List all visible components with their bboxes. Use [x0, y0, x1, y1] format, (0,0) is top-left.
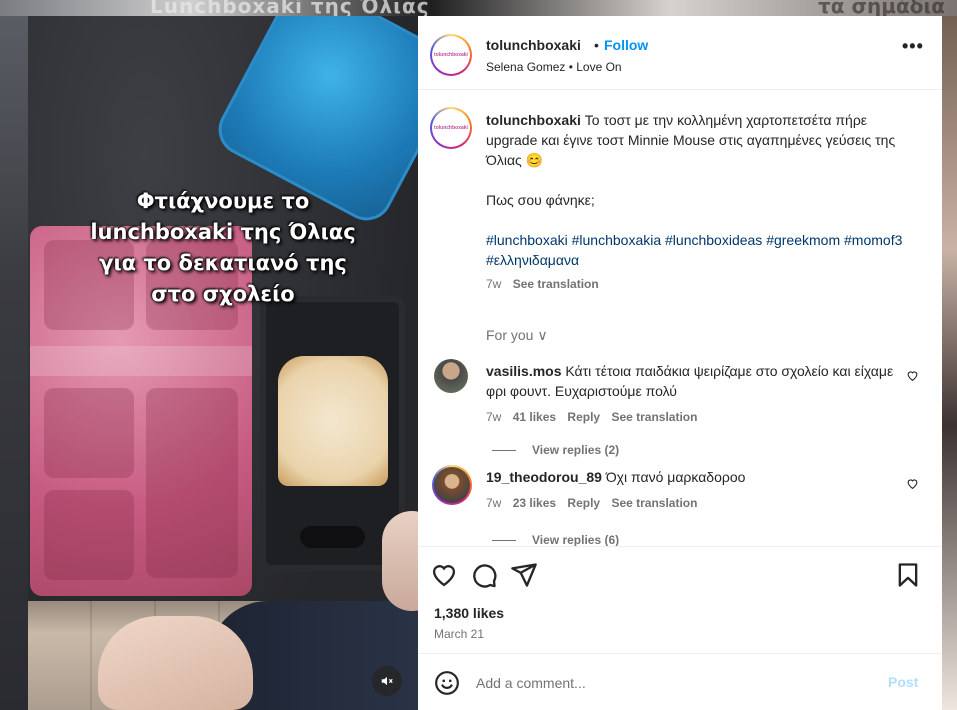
comment-see-translation[interactable]: See translation: [611, 496, 697, 510]
comment-input[interactable]: [476, 672, 856, 694]
save-bookmark-icon[interactable]: [894, 561, 922, 589]
author-username[interactable]: tolunchboxaki: [486, 37, 581, 53]
replies-line: [492, 450, 516, 452]
comment-avatar[interactable]: [432, 465, 472, 505]
comments-scroll-area[interactable]: tolunchboxaki tolunchboxaki Το τοστ με τ…: [418, 91, 942, 546]
add-comment-bar: Post: [418, 653, 942, 710]
comment-time[interactable]: 7w: [486, 410, 501, 424]
caption-avatar-logo: tolunchboxaki: [432, 109, 470, 147]
caption-author-avatar[interactable]: tolunchboxaki: [430, 107, 472, 149]
author-avatar[interactable]: tolunchboxaki: [430, 34, 472, 76]
mute-button[interactable]: [372, 666, 402, 696]
comment-avatar-photo: [434, 467, 470, 503]
post-actions: 1,380 likes March 21 Post: [418, 546, 942, 710]
video-hand-bottom: [98, 616, 253, 710]
caption-hashtags[interactable]: #lunchboxaki #lunchboxakia #lunchboxidea…: [486, 230, 916, 270]
comment-avatar[interactable]: [434, 359, 468, 393]
post-date[interactable]: March 21: [434, 627, 484, 641]
audio-track-link[interactable]: Selena Gomez • Love On: [486, 60, 622, 74]
lunchbox-compartment: [44, 490, 134, 580]
caption-meta: 7w See translation: [486, 274, 916, 294]
comment-see-translation[interactable]: See translation: [611, 410, 697, 424]
replies-line: [492, 540, 516, 542]
comment-meta: 7w 23 likes Reply See translation: [486, 493, 896, 513]
caption-see-translation[interactable]: See translation: [513, 277, 599, 291]
post-modal: Φτιάχνουμε το lunchboxaki της Όλιας για …: [28, 16, 942, 710]
lunchbox-compartment: [146, 388, 238, 578]
lunchbox-compartment: [44, 388, 134, 478]
comment-reply-button[interactable]: Reply: [567, 496, 600, 510]
caption-time[interactable]: 7w: [486, 277, 501, 291]
comment-likes[interactable]: 41 likes: [513, 410, 556, 424]
for-you-filter[interactable]: For you ∨: [486, 327, 548, 344]
emoji-icon[interactable]: [434, 670, 460, 696]
view-replies-button[interactable]: View replies (2): [492, 443, 619, 457]
more-options-button[interactable]: •••: [902, 36, 924, 57]
header-separator: •: [594, 37, 599, 53]
video-overlay-text: Φτιάχνουμε το lunchboxaki της Όλιας για …: [90, 189, 356, 306]
post-details-panel: tolunchboxaki tolunchboxaki • Follow Sel…: [418, 16, 942, 710]
comment-bubble-icon[interactable]: [470, 561, 498, 589]
view-replies-label: View replies (6): [532, 533, 620, 546]
comment-like-heart-icon[interactable]: [906, 369, 919, 382]
lunchbox-hinge: [30, 346, 252, 376]
follow-button[interactable]: Follow: [604, 37, 648, 53]
comment-reply-button[interactable]: Reply: [567, 410, 600, 424]
background-top-strip: Lunchboxaki της Όλιας τα σημάδια: [0, 0, 957, 18]
video-bread-slice: [278, 356, 388, 486]
likes-count[interactable]: 1,380 likes: [434, 605, 504, 621]
caption-username[interactable]: tolunchboxaki: [486, 112, 581, 128]
author-avatar-logo: tolunchboxaki: [432, 36, 470, 74]
cutting-board-grip: [300, 526, 365, 548]
share-paper-plane-icon[interactable]: [510, 561, 538, 589]
comment-username[interactable]: 19_theodorou_89: [486, 469, 602, 485]
comment-username[interactable]: vasilis.mos: [486, 363, 562, 379]
comment-text: Όχι πανό μαρκαδοροο: [605, 469, 746, 485]
post-caption: tolunchboxaki Το τοστ με την κολλημένη χ…: [486, 110, 916, 294]
comment-time[interactable]: 7w: [486, 496, 501, 510]
post-header: tolunchboxaki tolunchboxaki • Follow Sel…: [418, 16, 942, 90]
comment-like-heart-icon[interactable]: [906, 477, 919, 490]
video-hand-right: [382, 511, 418, 611]
background-right-post: [942, 0, 957, 710]
like-heart-icon[interactable]: [430, 561, 458, 589]
comment-body: 19_theodorou_89 Όχι πανό μαρκαδοροο 7w 2…: [486, 467, 896, 513]
post-comment-button[interactable]: Post: [888, 674, 918, 690]
view-replies-button[interactable]: View replies (6): [492, 533, 619, 546]
comment-likes[interactable]: 23 likes: [513, 496, 556, 510]
background-left-post: [0, 0, 28, 710]
comment-body: vasilis.mos Κάτι τέτοια παιδάκια ψειρίζα…: [486, 361, 896, 427]
view-replies-label: View replies (2): [532, 443, 620, 457]
speaker-muted-icon: [381, 676, 393, 686]
comment-meta: 7w 41 likes Reply See translation: [486, 407, 896, 427]
reel-video[interactable]: Φτιάχνουμε το lunchboxaki της Όλιας για …: [28, 16, 418, 710]
caption-question: Πως σου φάνηκε;: [486, 192, 595, 208]
